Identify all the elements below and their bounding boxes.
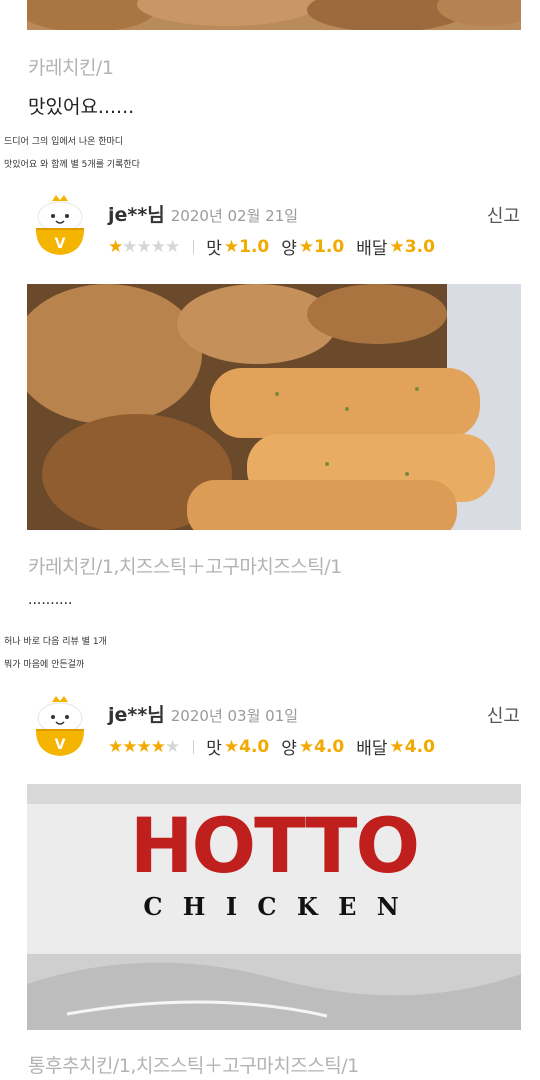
review-text: .......... bbox=[28, 592, 73, 608]
review-date: 2020년 02월 21일 bbox=[170, 207, 299, 225]
taste-score: 1.0 bbox=[239, 236, 270, 257]
report-button[interactable]: 신고 bbox=[487, 702, 520, 728]
quantity-label: 양 bbox=[281, 739, 297, 759]
quantity-score: 1.0 bbox=[314, 236, 345, 257]
menu-summary: 통후추치킨/1,치즈스틱＋고구마치즈스틱/1 bbox=[28, 1055, 359, 1077]
quantity-label: 양 bbox=[281, 239, 297, 259]
username: je**님 bbox=[108, 204, 165, 226]
overall-stars: ★★★★★ bbox=[108, 736, 180, 757]
caption-line: 뭐가 마음에 안든걸까 bbox=[4, 660, 85, 670]
svg-text:V: V bbox=[55, 737, 66, 753]
review-photo-prev bbox=[27, 0, 521, 30]
menu-summary: 카레치킨/1 bbox=[28, 57, 114, 79]
divider bbox=[193, 239, 195, 254]
username: je**님 bbox=[108, 704, 165, 726]
quantity-score: 4.0 bbox=[314, 736, 345, 757]
review-photo[interactable]: HOTTO C H I C K E N bbox=[27, 784, 521, 1030]
svg-text:V: V bbox=[55, 236, 66, 252]
caption-line: 허나 바로 다음 리뷰 별 1개 bbox=[4, 637, 107, 647]
star-icon: ★ bbox=[389, 736, 405, 757]
star-icon: ★ bbox=[223, 736, 240, 757]
box-sub-text: C H I C K E N bbox=[143, 892, 405, 921]
review-header: je**님 2020년 03월 01일 bbox=[108, 700, 298, 727]
rating-row: ★★★★★ 맛 ★ 4.0 양 ★ 4.0 배달 ★ 4.0 bbox=[108, 734, 447, 760]
chicken-cheese-stick-image bbox=[27, 284, 521, 530]
delivery-label: 배달 bbox=[356, 739, 388, 759]
menu-summary: 카레치킨/1,치즈스틱＋고구마치즈스틱/1 bbox=[28, 556, 342, 578]
user-avatar-icon: V bbox=[30, 193, 90, 257]
star-icon: ★ bbox=[298, 236, 315, 257]
report-button[interactable]: 신고 bbox=[487, 202, 520, 228]
taste-label: 맛 bbox=[206, 239, 222, 259]
star-icon: ★ bbox=[389, 236, 405, 257]
rating-row: ★★★★★ 맛 ★ 1.0 양 ★ 1.0 배달 ★ 3.0 bbox=[108, 234, 447, 260]
caption-line: 드디어 그의 입에서 나온 한마디 bbox=[4, 137, 124, 147]
fried-chicken-image bbox=[27, 0, 521, 30]
caption-line: 맛있어요 와 함께 별 5개를 기록한다 bbox=[4, 160, 140, 170]
delivery-label: 배달 bbox=[356, 239, 388, 259]
review-text: 맛있어요...... bbox=[28, 96, 135, 118]
divider bbox=[193, 739, 195, 754]
star-icon: ★ bbox=[223, 236, 240, 257]
star-icon: ★ bbox=[298, 736, 315, 757]
delivery-score: 3.0 bbox=[404, 236, 435, 257]
review-header: je**님 2020년 02월 21일 bbox=[108, 200, 298, 227]
taste-label: 맛 bbox=[206, 739, 222, 759]
taste-score: 4.0 bbox=[239, 736, 270, 757]
overall-stars: ★★★★★ bbox=[108, 236, 180, 257]
review-date: 2020년 03월 01일 bbox=[170, 707, 299, 725]
user-avatar-icon: V bbox=[30, 694, 90, 758]
review-photo[interactable] bbox=[27, 284, 521, 530]
delivery-score: 4.0 bbox=[404, 736, 435, 757]
box-brand-text: HOTTO bbox=[129, 801, 420, 890]
